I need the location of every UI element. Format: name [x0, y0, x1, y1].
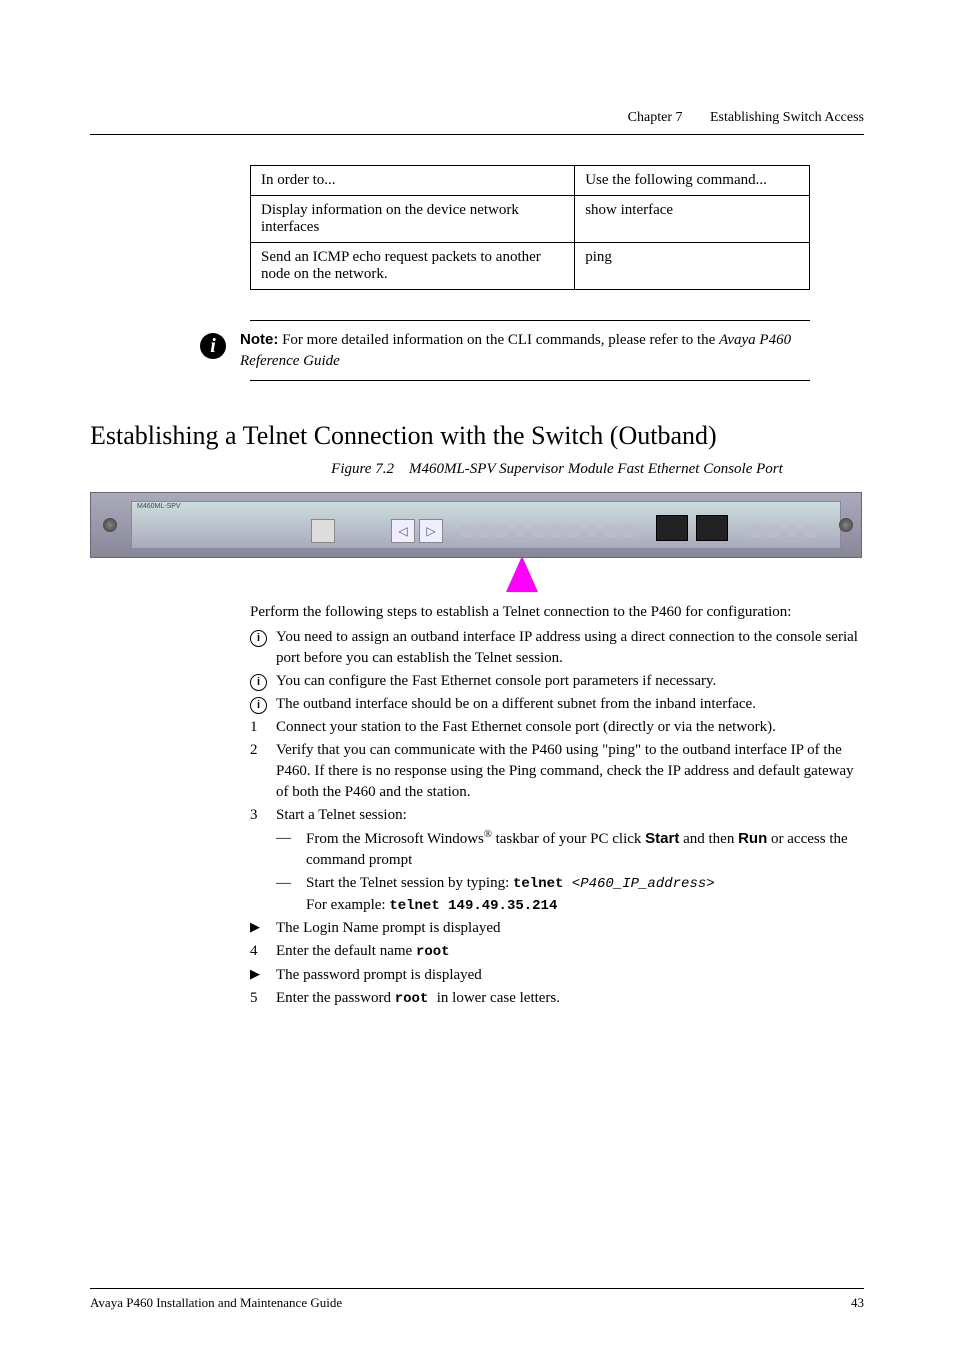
list-item: 3 Start a Telnet session:	[250, 805, 864, 826]
note-label: Note:	[240, 331, 278, 348]
device-arrow-left-icon: ◁	[391, 519, 415, 543]
procedure-list: i You need to assign an outband interfac…	[250, 627, 864, 1009]
list-item: 5 Enter the password root in lower case …	[250, 988, 864, 1010]
step-number: 5	[250, 988, 276, 1010]
table-cell: ping	[575, 243, 810, 290]
list-text: Enter the password root in lower case le…	[276, 988, 864, 1010]
table-cell: Send an ICMP echo request packets to ano…	[251, 243, 575, 290]
root-command: root	[395, 991, 437, 1007]
section-heading: Establishing a Telnet Connection with th…	[90, 421, 864, 451]
list-text: The outband interface should be on a dif…	[276, 694, 864, 715]
device-leds	[751, 525, 815, 537]
info-bullet-icon: i	[250, 630, 267, 647]
telnet-command: telnet	[513, 876, 563, 892]
telnet-arg: <P460_IP_address>	[563, 876, 714, 892]
device-port-icon	[656, 515, 688, 541]
triangle-bullet-icon: ▶	[250, 965, 276, 986]
list-text: You need to assign an outband interface …	[276, 627, 864, 669]
sub-list-text: From the Microsoft Windows® taskbar of y…	[306, 828, 864, 871]
list-item: i The outband interface should be on a d…	[250, 694, 864, 715]
list-text: Enter the default name root	[276, 941, 864, 963]
info-bullet-icon: i	[250, 697, 267, 714]
list-item: i You need to assign an outband interfac…	[250, 627, 864, 669]
page: Chapter 7 Establishing Switch Access In …	[0, 0, 954, 1351]
info-bullet-icon: i	[250, 674, 267, 691]
pointer-triangle-icon	[506, 556, 538, 592]
page-header: Chapter 7 Establishing Switch Access	[90, 110, 864, 135]
body: Perform the following steps to establish…	[250, 602, 864, 1009]
sub-list-text: Start the Telnet session by typing: teln…	[306, 873, 864, 916]
table-cell: show interface	[575, 196, 810, 243]
table-row: Display information on the device networ…	[251, 196, 810, 243]
table-cell: In order to...	[251, 166, 575, 196]
list-text: The password prompt is displayed	[276, 965, 864, 986]
note-block: i Note: For more detailed information on…	[250, 320, 810, 381]
footer-title: Avaya P460 Installation and Maintenance …	[90, 1295, 342, 1311]
table-cell: Use the following command...	[575, 166, 810, 196]
device-button	[311, 519, 335, 543]
table-cell: Display information on the device networ…	[251, 196, 575, 243]
device-port-icon	[696, 515, 728, 541]
registered-symbol: ®	[484, 829, 492, 840]
run-label: Run	[738, 830, 767, 847]
info-icon: i	[200, 333, 226, 359]
list-text: The Login Name prompt is displayed	[276, 918, 864, 939]
list-text: You can configure the Fast Ethernet cons…	[276, 671, 864, 692]
note-text: Note: For more detailed information on t…	[240, 329, 810, 372]
sub-list-item: — Start the Telnet session by typing: te…	[276, 873, 864, 916]
root-command: root	[416, 944, 450, 960]
step-number: 3	[250, 805, 276, 826]
list-item: ▶ The password prompt is displayed	[250, 965, 864, 986]
start-label: Start	[645, 830, 679, 847]
device-arrow-right-icon: ▷	[419, 519, 443, 543]
figure-caption: Figure 7.2 M460ML-SPV Supervisor Module …	[250, 461, 864, 478]
dash-bullet: —	[276, 828, 306, 871]
chapter-number: Chapter 7	[628, 110, 683, 125]
device-illustration: M460ML-SPV ◁ ▷	[90, 492, 862, 558]
figure-number: Figure 7.2	[331, 461, 394, 477]
screw-icon	[103, 518, 117, 532]
device-label: M460ML-SPV	[137, 503, 181, 510]
list-item: 4 Enter the default name root	[250, 941, 864, 963]
content: In order to... Use the following command…	[250, 165, 864, 381]
triangle-bullet-icon: ▶	[250, 918, 276, 939]
step-number: 1	[250, 717, 276, 738]
sub-list-item: — From the Microsoft Windows® taskbar of…	[276, 828, 864, 871]
device-leds	[461, 525, 633, 537]
page-number: 43	[851, 1295, 864, 1311]
command-table: In order to... Use the following command…	[250, 165, 810, 290]
list-item: 1 Connect your station to the Fast Ether…	[250, 717, 864, 738]
list-text: Connect your station to the Fast Etherne…	[276, 717, 864, 738]
list-text: Start a Telnet session:	[276, 805, 864, 826]
dash-bullet: —	[276, 873, 306, 916]
list-item: 2 Verify that you can communicate with t…	[250, 740, 864, 803]
intro-paragraph: Perform the following steps to establish…	[250, 602, 864, 623]
list-text: Verify that you can communicate with the…	[276, 740, 864, 803]
table-row: In order to... Use the following command…	[251, 166, 810, 196]
chapter-title: Establishing Switch Access	[710, 110, 864, 125]
telnet-example: telnet 149.49.35.214	[389, 898, 557, 914]
list-item: ▶ The Login Name prompt is displayed	[250, 918, 864, 939]
screw-icon	[839, 518, 853, 532]
figure-title: M460ML-SPV Supervisor Module Fast Ethern…	[409, 461, 783, 477]
step-number: 4	[250, 941, 276, 963]
page-footer: Avaya P460 Installation and Maintenance …	[90, 1288, 864, 1311]
note-body-a: For more detailed information on the CLI…	[278, 332, 719, 348]
table-row: Send an ICMP echo request packets to ano…	[251, 243, 810, 290]
step-number: 2	[250, 740, 276, 803]
figure-image: M460ML-SPV ◁ ▷	[90, 492, 860, 592]
list-item: i You can configure the Fast Ethernet co…	[250, 671, 864, 692]
figure-area: Figure 7.2 M460ML-SPV Supervisor Module …	[250, 461, 864, 478]
